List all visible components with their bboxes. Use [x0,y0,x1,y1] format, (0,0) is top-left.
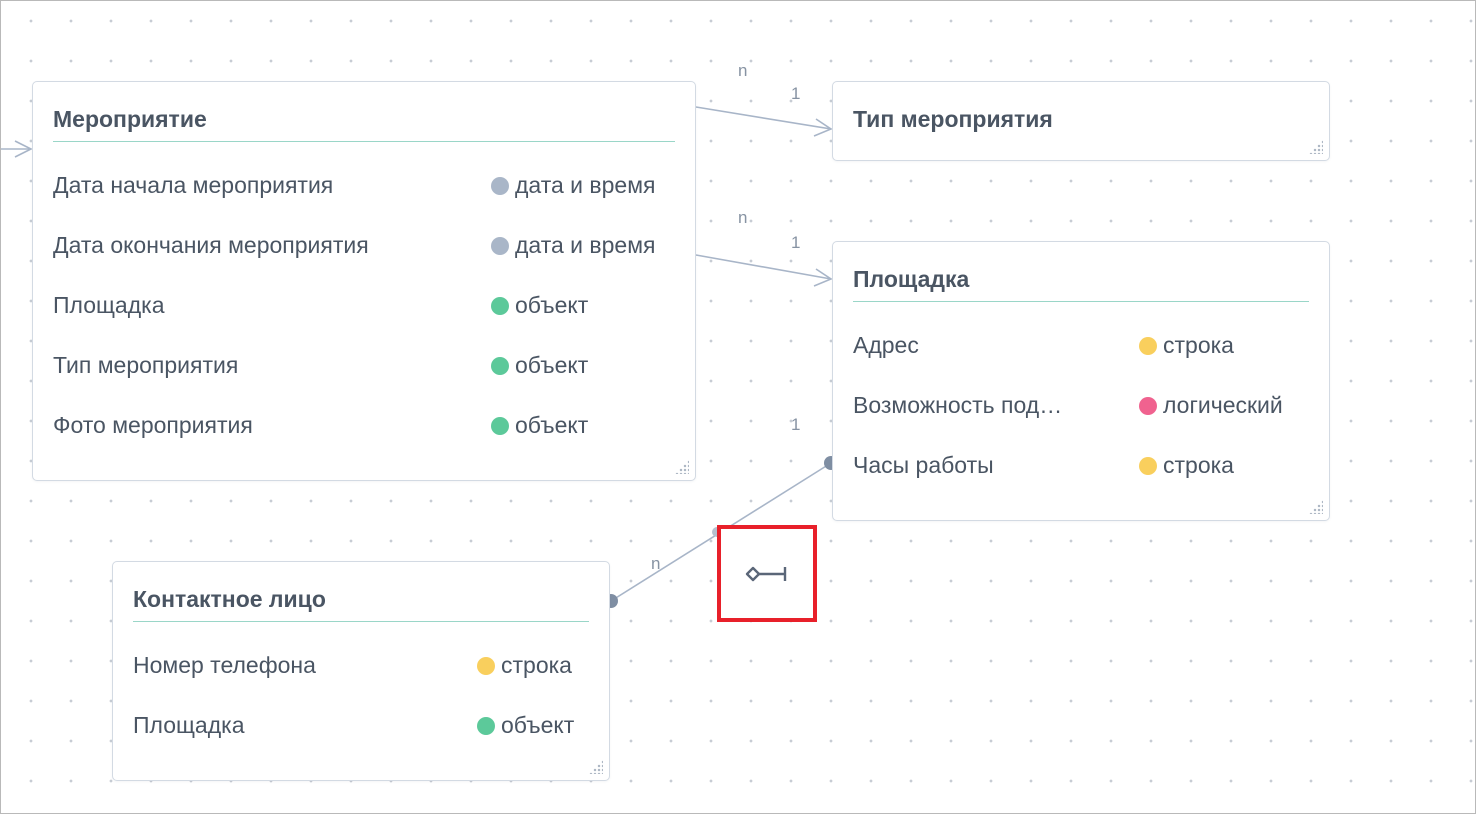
resize-handle-icon[interactable] [675,460,689,474]
add-relation-button[interactable] [717,525,817,622]
entity-card-event-type[interactable]: Тип мероприятия [832,81,1330,161]
entity-card-event[interactable]: Мероприятие Дата начала мероприятия дата… [32,81,696,481]
field-name: Дата окончания мероприятия [53,232,369,258]
field-type-label: дата и время [515,232,656,258]
field-type-label: строка [1163,332,1234,358]
type-dot-icon [477,717,495,735]
entity-title: Тип мероприятия [853,106,1053,132]
resize-handle-icon[interactable] [1309,140,1323,154]
resize-handle-icon[interactable] [589,760,603,774]
field-type: объект [491,352,588,379]
entity-title: Площадка [853,266,1309,302]
field-name: Дата начала мероприятия [53,172,334,198]
field-type: объект [477,712,574,739]
field-type-label: объект [515,412,589,438]
field-type-label: объект [515,292,589,318]
field-name: Возможность под… [853,392,1063,418]
field-row[interactable]: Фото мероприятия объект [53,412,675,442]
field-row[interactable]: Возможность под… логический [853,392,1309,422]
field-name: Часы работы [853,452,994,478]
cardinality-label: n [738,208,748,227]
field-type-label: логический [1163,392,1283,418]
type-dot-icon [1139,397,1157,415]
field-row[interactable]: Номер телефона строка [133,652,589,682]
field-row[interactable]: Площадка объект [53,292,675,322]
type-dot-icon [477,657,495,675]
cardinality-label: 1 [791,233,801,252]
type-dot-icon [491,237,509,255]
cardinality-label: n [651,554,661,573]
field-type: строка [477,652,572,679]
field-name: Адрес [853,332,919,358]
field-type: дата и время [491,232,655,259]
relation-connector-icon [745,566,787,581]
field-row[interactable]: Дата окончания мероприятия дата и время [53,232,675,262]
diagram-canvas[interactable]: n 1 n 1 1 n Мероприятие Дата начала меро… [0,0,1476,814]
type-dot-icon [491,177,509,195]
field-name: Фото мероприятия [53,412,253,438]
resize-handle-icon[interactable] [1309,500,1323,514]
type-dot-icon [491,297,509,315]
field-type: объект [491,292,588,319]
field-type: логический [1139,392,1283,419]
field-row[interactable]: Адрес строка [853,332,1309,362]
entity-card-contact[interactable]: Контактное лицо Номер телефона строка Пл… [112,561,610,781]
field-type-label: строка [501,652,572,678]
link-event-to-venue[interactable] [695,254,833,287]
cardinality-label: 1 [791,84,801,103]
entity-title: Мероприятие [53,106,675,142]
entity-card-venue[interactable]: Площадка Адрес строка Возможность под… л… [832,241,1330,521]
field-type: строка [1139,332,1234,359]
type-dot-icon [1139,337,1157,355]
incoming-link [1,140,33,158]
type-dot-icon [491,417,509,435]
field-type-label: строка [1163,452,1234,478]
field-row[interactable]: Площадка объект [133,712,589,742]
field-type-label: объект [515,352,589,378]
field-name: Площадка [133,712,245,738]
field-type: объект [491,412,588,439]
field-type-label: объект [501,712,575,738]
field-row[interactable]: Тип мероприятия объект [53,352,675,382]
cardinality-label: 1 [791,415,801,434]
link-event-to-event-type[interactable] [695,106,833,137]
type-dot-icon [491,357,509,375]
cardinality-label: n [738,61,748,80]
field-row[interactable]: Часы работы строка [853,452,1309,482]
field-type: дата и время [491,172,655,199]
field-row[interactable]: Дата начала мероприятия дата и время [53,172,675,202]
field-name: Площадка [53,292,165,318]
type-dot-icon [1139,457,1157,475]
entity-title: Контактное лицо [133,586,589,622]
field-type: строка [1139,452,1234,479]
field-type-label: дата и время [515,172,656,198]
field-name: Номер телефона [133,652,316,678]
field-name: Тип мероприятия [53,352,239,378]
